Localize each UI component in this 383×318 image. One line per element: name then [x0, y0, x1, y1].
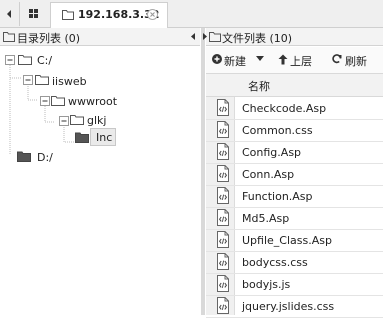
refresh-button-label: 刷新: [345, 55, 367, 68]
tree-label-wwwroot[interactable]: wwwroot: [68, 95, 117, 108]
folder-icon: [3, 32, 15, 42]
file-name[interactable]: Config.Asp: [242, 146, 301, 159]
plus-circle-icon: [212, 54, 222, 64]
code-file-icon: [217, 275, 229, 292]
tree-node-inc[interactable]: [75, 132, 89, 143]
tab-scroll-left-button[interactable]: [2, 6, 16, 22]
code-file-icon: [217, 187, 229, 204]
tree-node-glkj[interactable]: [70, 114, 84, 125]
file-panel-header: 文件列表 (10): [203, 28, 383, 46]
tree-label-d-drive[interactable]: D:/: [37, 151, 53, 164]
panel-splitter[interactable]: [201, 28, 205, 315]
file-name[interactable]: Conn.Asp: [242, 168, 294, 181]
tree-label-c-drive[interactable]: C:/: [37, 54, 52, 67]
code-file-icon: [217, 231, 229, 248]
code-file-icon: [217, 253, 229, 270]
caret-left-icon: [7, 10, 11, 18]
file-row[interactable]: bodyjs.js: [206, 273, 383, 296]
tree-node-d-drive[interactable]: [17, 151, 31, 162]
up-level-button[interactable]: 上层: [278, 52, 318, 68]
file-name[interactable]: Md5.Asp: [242, 212, 289, 225]
tab-host[interactable]: 192.168.3.32: [50, 2, 168, 28]
tab-home[interactable]: [19, 2, 51, 26]
up-level-button-label: 上层: [290, 55, 312, 68]
close-icon[interactable]: [147, 9, 158, 20]
file-row[interactable]: Function.Asp: [206, 185, 383, 208]
tree-node-c-drive[interactable]: [18, 54, 32, 65]
file-row[interactable]: Config.Asp: [206, 141, 383, 164]
file-row[interactable]: Checkcode.Asp: [206, 97, 383, 120]
file-name[interactable]: bodycss.css: [242, 256, 308, 269]
directory-panel-header: 目录列表 (0): [0, 28, 200, 46]
folder-open-icon: [18, 55, 32, 65]
file-name[interactable]: Checkcode.Asp: [242, 102, 326, 115]
file-panel-title: 文件列表 (10): [222, 32, 293, 45]
directory-panel-title: 目录列表 (0): [17, 32, 81, 45]
code-file-icon: [217, 143, 229, 160]
column-header-name[interactable]: 名称: [248, 78, 270, 94]
new-button[interactable]: 新建: [212, 52, 268, 68]
caret-down-icon: [256, 56, 264, 61]
file-name[interactable]: Function.Asp: [242, 190, 313, 203]
tree-label-iisweb[interactable]: iisweb: [52, 75, 87, 88]
file-row[interactable]: Md5.Asp: [206, 207, 383, 230]
tree-label-inc[interactable]: Inc: [96, 131, 112, 144]
tree-label-glkj[interactable]: glkj: [87, 114, 106, 127]
folder-open-icon: [51, 96, 65, 106]
code-file-icon: [217, 297, 229, 314]
tree-toggle-minus-icon[interactable]: [59, 116, 69, 126]
tree-toggle-minus-icon[interactable]: [23, 75, 33, 85]
grid-icon: [29, 9, 38, 18]
tree-node-iisweb[interactable]: [35, 74, 49, 85]
folder-closed-icon: [75, 132, 89, 143]
folder-open-icon: [70, 115, 84, 125]
new-button-label: 新建: [224, 55, 246, 68]
file-row[interactable]: Common.css: [206, 119, 383, 142]
tree-guide-lines: [9, 65, 74, 154]
collapse-right-icon[interactable]: [200, 31, 210, 42]
file-row[interactable]: bodycss.css: [206, 251, 383, 274]
file-row[interactable]: Conn.Asp: [206, 163, 383, 186]
refresh-icon: [332, 54, 342, 64]
folder-open-icon: [35, 75, 49, 85]
tree-node-inc-selection[interactable]: Inc: [90, 128, 116, 146]
folder-closed-icon: [17, 151, 31, 162]
tree-toggle-minus-icon[interactable]: [40, 96, 50, 106]
code-file-icon: [217, 165, 229, 182]
arrow-up-icon: [278, 54, 288, 65]
refresh-button[interactable]: 刷新: [332, 52, 372, 68]
code-file-icon: [217, 121, 229, 138]
code-file-icon: [217, 209, 229, 226]
file-toolbar: 新建 上层 刷新: [206, 47, 383, 74]
tree-toggle-minus-icon[interactable]: [5, 55, 15, 65]
file-table-header: 名称: [206, 74, 383, 97]
folder-icon: [209, 32, 221, 42]
file-name[interactable]: jquery.jslides.css: [242, 300, 334, 313]
file-name[interactable]: bodyjs.js: [242, 278, 290, 291]
file-row[interactable]: Upfile_Class.Asp: [206, 229, 383, 252]
tree-node-wwwroot[interactable]: [51, 95, 65, 106]
file-name[interactable]: Upfile_Class.Asp: [242, 234, 332, 247]
file-name[interactable]: Common.css: [242, 124, 313, 137]
folder-icon: [62, 10, 74, 20]
code-file-icon: [217, 99, 229, 116]
collapse-left-icon[interactable]: [188, 31, 198, 42]
